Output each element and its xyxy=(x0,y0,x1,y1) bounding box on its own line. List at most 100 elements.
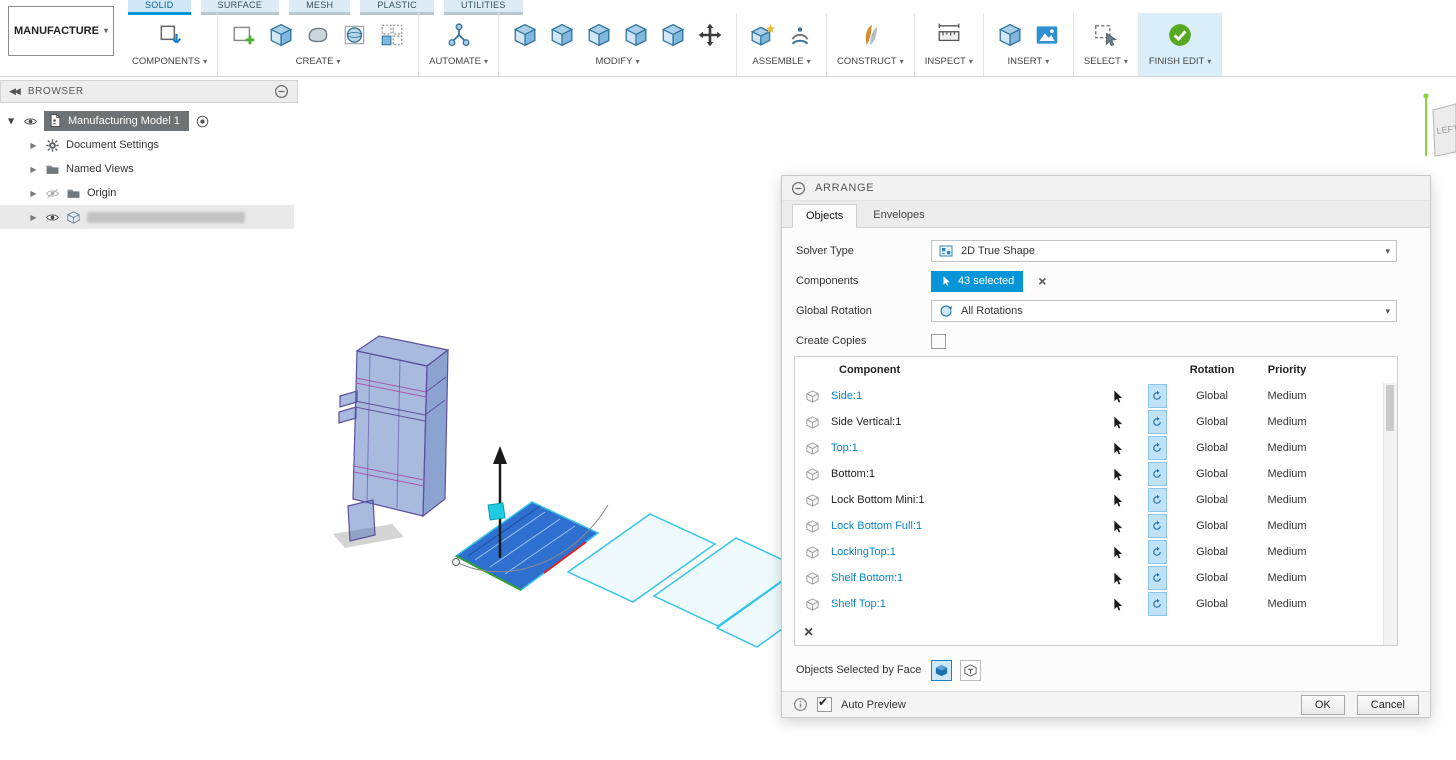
tab-envelopes[interactable]: Envelopes xyxy=(859,203,938,227)
select-window-button[interactable] xyxy=(1090,19,1122,51)
row-rotation-value[interactable]: Global xyxy=(1177,468,1247,480)
create-menu[interactable]: CREATE ▾ xyxy=(296,56,341,67)
component-name[interactable]: Side:1 xyxy=(829,390,1097,402)
row-priority-value[interactable]: Medium xyxy=(1247,520,1327,532)
table-row[interactable]: Lock Bottom Full:1 Global Medium xyxy=(795,513,1397,539)
active-document-chip[interactable]: Manufacturing Model 1 xyxy=(44,111,189,131)
create-sketch-button[interactable] xyxy=(228,19,260,51)
row-rotation-button[interactable] xyxy=(1147,436,1167,460)
row-rotation-button[interactable] xyxy=(1147,384,1167,408)
expand-arrow-icon[interactable]: ▶ xyxy=(7,116,16,127)
joint-button[interactable] xyxy=(784,19,816,51)
sphere-primitive-button[interactable] xyxy=(339,19,371,51)
shell-button[interactable] xyxy=(583,19,615,51)
view-cube[interactable]: LEFT xyxy=(1410,92,1456,179)
component-name[interactable]: Lock Bottom Mini:1 xyxy=(829,494,1097,506)
row-priority-value[interactable]: Medium xyxy=(1247,468,1327,480)
row-rotation-value[interactable]: Global xyxy=(1177,390,1247,402)
row-priority-value[interactable]: Medium xyxy=(1247,598,1327,610)
box-primitive-button[interactable] xyxy=(265,19,297,51)
clear-table-selection-button[interactable]: × xyxy=(804,625,813,641)
component-name[interactable]: Side Vertical:1 xyxy=(829,416,1097,428)
finish-edit-check-button[interactable] xyxy=(1164,19,1196,51)
row-rotation-value[interactable]: Global xyxy=(1177,598,1247,610)
component-name[interactable]: Shelf Bottom:1 xyxy=(829,572,1097,584)
solver-type-dropdown[interactable]: 2D True Shape ▾ xyxy=(931,240,1397,262)
objects-by-face-component-button[interactable] xyxy=(960,659,981,681)
row-rotation-value[interactable]: Global xyxy=(1177,546,1247,558)
table-row[interactable]: Shelf Top:1 Global Medium xyxy=(795,591,1397,617)
component-name[interactable]: Shelf Top:1 xyxy=(829,598,1097,610)
info-icon[interactable] xyxy=(793,697,808,712)
component-name[interactable]: Top:1 xyxy=(829,442,1097,454)
browser-item-document-settings[interactable]: ▶ Document Settings xyxy=(0,133,298,157)
row-rotation-button[interactable] xyxy=(1147,514,1167,538)
fillet-button[interactable] xyxy=(546,19,578,51)
expand-arrow-icon[interactable]: ▶ xyxy=(28,213,39,222)
row-priority-value[interactable]: Medium xyxy=(1247,416,1327,428)
automate-button[interactable] xyxy=(443,19,475,51)
clear-components-icon[interactable]: × xyxy=(1038,274,1046,288)
row-priority-value[interactable]: Medium xyxy=(1247,390,1327,402)
table-scrollbar[interactable] xyxy=(1383,383,1397,645)
table-row[interactable]: Shelf Bottom:1 Global Medium xyxy=(795,565,1397,591)
row-rotation-value[interactable]: Global xyxy=(1177,572,1247,584)
row-priority-value[interactable]: Medium xyxy=(1247,442,1327,454)
tab-objects[interactable]: Objects xyxy=(792,204,858,228)
row-rotation-value[interactable]: Global xyxy=(1177,442,1247,454)
combine-button[interactable] xyxy=(620,19,652,51)
new-component-button[interactable] xyxy=(747,19,779,51)
expand-arrow-icon[interactable]: ▶ xyxy=(28,165,39,174)
visibility-eye-icon[interactable] xyxy=(23,114,38,129)
auto-preview-checkbox[interactable] xyxy=(817,695,832,712)
row-priority-value[interactable]: Medium xyxy=(1247,546,1327,558)
create-copies-checkbox[interactable] xyxy=(931,333,946,349)
component-name[interactable]: Lock Bottom Full:1 xyxy=(829,520,1097,532)
component-name[interactable]: LockingTop:1 xyxy=(829,546,1097,558)
objects-by-face-body-button[interactable] xyxy=(931,659,952,681)
construct-menu[interactable]: CONSTRUCT ▾ xyxy=(837,56,904,67)
global-rotation-dropdown[interactable]: All Rotations ▾ xyxy=(931,300,1397,322)
automate-menu[interactable]: AUTOMATE ▾ xyxy=(429,56,488,67)
row-rotation-value[interactable]: Global xyxy=(1177,494,1247,506)
row-priority-value[interactable]: Medium xyxy=(1247,572,1327,584)
row-priority-value[interactable]: Medium xyxy=(1247,494,1327,506)
model-wireframe-body[interactable] xyxy=(338,335,450,542)
press-pull-button[interactable] xyxy=(509,19,541,51)
cancel-button[interactable]: Cancel xyxy=(1356,694,1419,715)
components-menu[interactable]: COMPONENTS ▾ xyxy=(132,56,207,67)
table-row[interactable]: Top:1 Global Medium xyxy=(795,435,1397,461)
construct-plane-button[interactable] xyxy=(854,19,886,51)
component-pattern-button[interactable] xyxy=(154,19,186,51)
scrollbar-thumb[interactable] xyxy=(1386,385,1394,431)
workspace-selector[interactable]: MANUFACTURE ▾ xyxy=(8,6,114,56)
row-rotation-value[interactable]: Global xyxy=(1177,520,1247,532)
row-rotation-button[interactable] xyxy=(1147,592,1167,616)
split-body-button[interactable] xyxy=(657,19,689,51)
components-selection-chip[interactable]: 43 selected xyxy=(931,270,1024,292)
table-row[interactable]: Lock Bottom Mini:1 Global Medium xyxy=(795,487,1397,513)
finish-edit-menu[interactable]: FINISH EDIT ▾ xyxy=(1149,56,1211,67)
ok-button[interactable]: OK xyxy=(1300,694,1345,715)
browser-item-named-views[interactable]: ▶ Named Views xyxy=(0,157,298,181)
table-row[interactable]: Side:1 Global Medium xyxy=(795,383,1397,409)
collapse-browser-icon[interactable] xyxy=(274,84,289,99)
row-rotation-button[interactable] xyxy=(1147,540,1167,564)
expand-arrow-icon[interactable]: ▶ xyxy=(28,141,39,150)
browser-item-root[interactable]: ▶ Manufacturing Model 1 xyxy=(0,109,298,133)
collapse-panel-icon[interactable]: ◀◀ xyxy=(9,86,21,97)
collapse-dialog-icon[interactable] xyxy=(791,181,806,196)
insert-derive-button[interactable] xyxy=(994,19,1026,51)
assemble-menu[interactable]: ASSEMBLE ▾ xyxy=(752,56,810,67)
inspect-menu[interactable]: INSPECT ▾ xyxy=(925,56,973,67)
form-button[interactable] xyxy=(302,19,334,51)
canvas-image-button[interactable] xyxy=(1031,19,1063,51)
browser-item-origin[interactable]: ▶ Origin xyxy=(0,181,298,205)
row-rotation-button[interactable] xyxy=(1147,462,1167,486)
table-row[interactable]: Side Vertical:1 Global Medium xyxy=(795,409,1397,435)
table-row[interactable]: Bottom:1 Global Medium xyxy=(795,461,1397,487)
row-rotation-button[interactable] xyxy=(1147,488,1167,512)
measure-button[interactable] xyxy=(933,19,965,51)
expand-arrow-icon[interactable]: ▶ xyxy=(28,189,39,198)
component-name[interactable]: Bottom:1 xyxy=(829,468,1097,480)
